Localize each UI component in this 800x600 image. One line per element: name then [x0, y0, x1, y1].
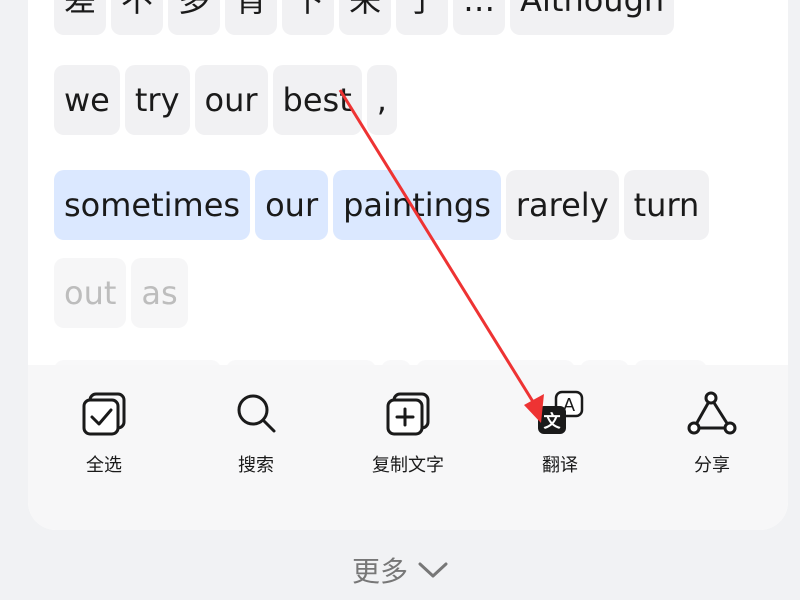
word-chip[interactable]: Although [510, 0, 675, 35]
search-label: 搜索 [238, 455, 274, 476]
word-chip[interactable]: best [272, 65, 362, 135]
word-chip[interactable]: 多 [168, 0, 221, 35]
select-all-button[interactable]: 全选 [28, 365, 180, 530]
selected-word-chip[interactable]: paintings [333, 170, 501, 240]
share-icon [685, 387, 739, 441]
word-chip[interactable]: 下 [282, 0, 335, 35]
word-chip[interactable]: 不 [111, 0, 164, 35]
word-chip[interactable]: rarely [505, 170, 619, 240]
word-chip[interactable]: 来 [339, 0, 392, 35]
word-chip[interactable]: we [54, 65, 120, 135]
translate-label: 翻译 [542, 455, 578, 476]
selected-word-chip[interactable]: our [255, 170, 329, 240]
word-chip[interactable]: our [194, 65, 268, 135]
select-all-label: 全选 [86, 455, 122, 476]
text-row: out as [54, 258, 188, 328]
translate-icon: A 文 [533, 387, 587, 441]
search-button[interactable]: 搜索 [180, 365, 332, 530]
share-button[interactable]: 分享 [636, 365, 788, 530]
copy-text-button[interactable]: 复制文字 [332, 365, 484, 530]
text-row: we try our best, [54, 65, 397, 135]
text-row: sometimes our paintings rarely turn [54, 170, 710, 240]
text-row: 差不多背下来了… Although [54, 0, 675, 35]
text-recognition-card: 差不多背下来了… Although we try our best, sometimes… [28, 0, 788, 530]
word-chip[interactable]: turn [623, 170, 710, 240]
chevron-down-icon [418, 562, 448, 578]
search-icon [229, 387, 283, 441]
share-label: 分享 [694, 455, 730, 476]
more-label: 更多 [351, 555, 408, 588]
copy-text-icon [381, 387, 435, 441]
select-all-icon [77, 387, 131, 441]
translate-button[interactable]: A 文 翻译 [484, 365, 636, 530]
word-chip[interactable]: 背 [225, 0, 278, 35]
word-chip[interactable]: try [124, 65, 190, 135]
svg-text:文: 文 [544, 411, 562, 432]
more-button[interactable]: 更多 [0, 545, 800, 595]
copy-text-label: 复制文字 [372, 455, 444, 476]
word-chip[interactable]: out [54, 258, 127, 328]
word-chip[interactable]: … [453, 0, 506, 35]
word-chip[interactable]: as [131, 258, 188, 328]
action-toolbar: 全选 搜索 复制文字 A 文 翻译 分享 [28, 365, 788, 530]
word-chip[interactable]: 了 [396, 0, 449, 35]
word-chip[interactable]: , [366, 65, 397, 135]
selected-word-chip[interactable]: sometimes [54, 170, 251, 240]
word-chip[interactable]: 差 [54, 0, 107, 35]
